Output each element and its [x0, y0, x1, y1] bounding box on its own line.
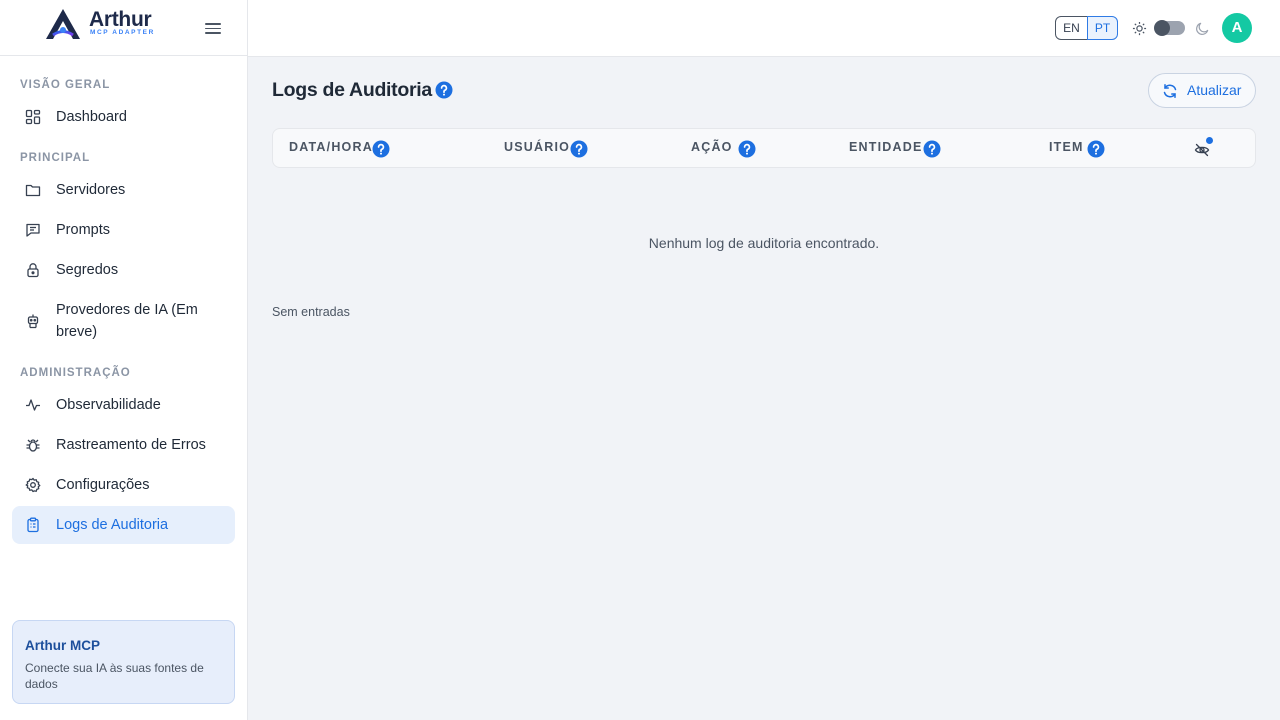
help-icon[interactable] — [435, 81, 453, 99]
bug-icon — [25, 437, 41, 453]
sidebar-item-settings[interactable]: Configurações — [12, 468, 235, 502]
avatar[interactable]: A — [1222, 13, 1252, 43]
top-bar: EN PT A — [248, 0, 1280, 57]
section-label-admin: ADMINISTRAÇÃO — [20, 367, 131, 379]
help-icon[interactable] — [1087, 140, 1105, 158]
help-icon[interactable] — [923, 140, 941, 158]
promo-description: Conecte sua IA às suas fontes de dados — [25, 661, 204, 691]
hamburger-menu-icon[interactable] — [205, 20, 221, 36]
arthur-logo-icon[interactable] — [44, 8, 82, 40]
table-header: DATA/HORA USUÁRIO AÇÃO ENTIDADE ITEM — [272, 128, 1256, 168]
gear-icon — [25, 477, 41, 493]
sidebar-item-ai-providers[interactable]: Provedores de IA (Em breve) — [12, 293, 235, 349]
brand-subtitle: MCP ADAPTER — [90, 29, 155, 36]
refresh-button[interactable]: Atualizar — [1148, 73, 1256, 108]
entries-count: Sem entradas — [272, 305, 350, 319]
language-switcher: EN PT — [1055, 16, 1118, 40]
section-label-overview: VISÃO GERAL — [20, 79, 111, 91]
column-header-entity[interactable]: ENTIDADE — [849, 140, 923, 154]
sidebar-item-audit-logs[interactable]: Logs de Auditoria — [12, 506, 235, 544]
column-header-item[interactable]: ITEM — [1049, 140, 1084, 154]
filter-indicator-dot — [1206, 137, 1213, 144]
lock-icon — [25, 262, 41, 278]
page-title: Logs de Auditoria — [272, 79, 432, 101]
refresh-icon — [1162, 83, 1178, 99]
promo-title: Arthur MCP — [25, 638, 100, 653]
sidebar-item-label: Observabilidade — [56, 397, 161, 413]
folder-icon — [25, 182, 41, 198]
moon-icon — [1195, 21, 1210, 36]
sidebar-item-observability[interactable]: Observabilidade — [12, 388, 235, 422]
sidebar-item-label: Prompts — [56, 222, 110, 238]
activity-icon — [25, 397, 41, 413]
help-icon[interactable] — [570, 140, 588, 158]
sidebar-item-error-tracking[interactable]: Rastreamento de Erros — [12, 428, 235, 462]
refresh-label: Atualizar — [1187, 82, 1242, 98]
robot-icon — [25, 313, 41, 329]
sidebar-item-dashboard[interactable]: Dashboard — [12, 100, 235, 134]
section-label-main: PRINCIPAL — [20, 152, 91, 164]
sidebar-item-prompts[interactable]: Prompts — [12, 213, 235, 247]
brand-header: Arthur MCP ADAPTER — [0, 0, 247, 56]
message-square-icon — [25, 222, 41, 238]
sidebar-item-label: Servidores — [56, 182, 126, 198]
language-en-button[interactable]: EN — [1055, 16, 1088, 40]
sidebar-item-servers[interactable]: Servidores — [12, 173, 235, 207]
theme-toggle-knob — [1154, 20, 1170, 36]
sidebar-item-label: Provedores de IA (Em breve) — [56, 302, 198, 340]
help-icon[interactable] — [738, 140, 756, 158]
sidebar-item-label: Segredos — [56, 262, 119, 278]
language-pt-button[interactable]: PT — [1087, 16, 1118, 40]
clipboard-icon — [25, 517, 41, 533]
column-header-action[interactable]: AÇÃO — [691, 140, 733, 154]
eye-off-icon — [1194, 143, 1210, 157]
column-header-datetime[interactable]: DATA/HORA — [289, 140, 373, 154]
sidebar: Arthur MCP ADAPTER VISÃO GERAL Dashboard… — [0, 0, 248, 720]
theme-toggle[interactable] — [1154, 20, 1185, 36]
sun-icon — [1132, 21, 1147, 36]
dashboard-grid-icon — [25, 109, 41, 125]
sidebar-item-label: Dashboard — [56, 109, 127, 125]
sidebar-item-label: Logs de Auditoria — [56, 517, 169, 533]
empty-state-message: Nenhum log de auditoria encontrado. — [648, 235, 880, 251]
column-header-user[interactable]: USUÁRIO — [504, 140, 570, 154]
sidebar-item-label: Configurações — [56, 477, 150, 493]
promo-card: Arthur MCP Conecte sua IA às suas fontes… — [12, 620, 235, 704]
sidebar-item-label: Rastreamento de Erros — [56, 437, 206, 453]
column-visibility-button[interactable] — [1194, 137, 1213, 159]
help-icon[interactable] — [372, 140, 390, 158]
sidebar-item-secrets[interactable]: Segredos — [12, 253, 235, 287]
